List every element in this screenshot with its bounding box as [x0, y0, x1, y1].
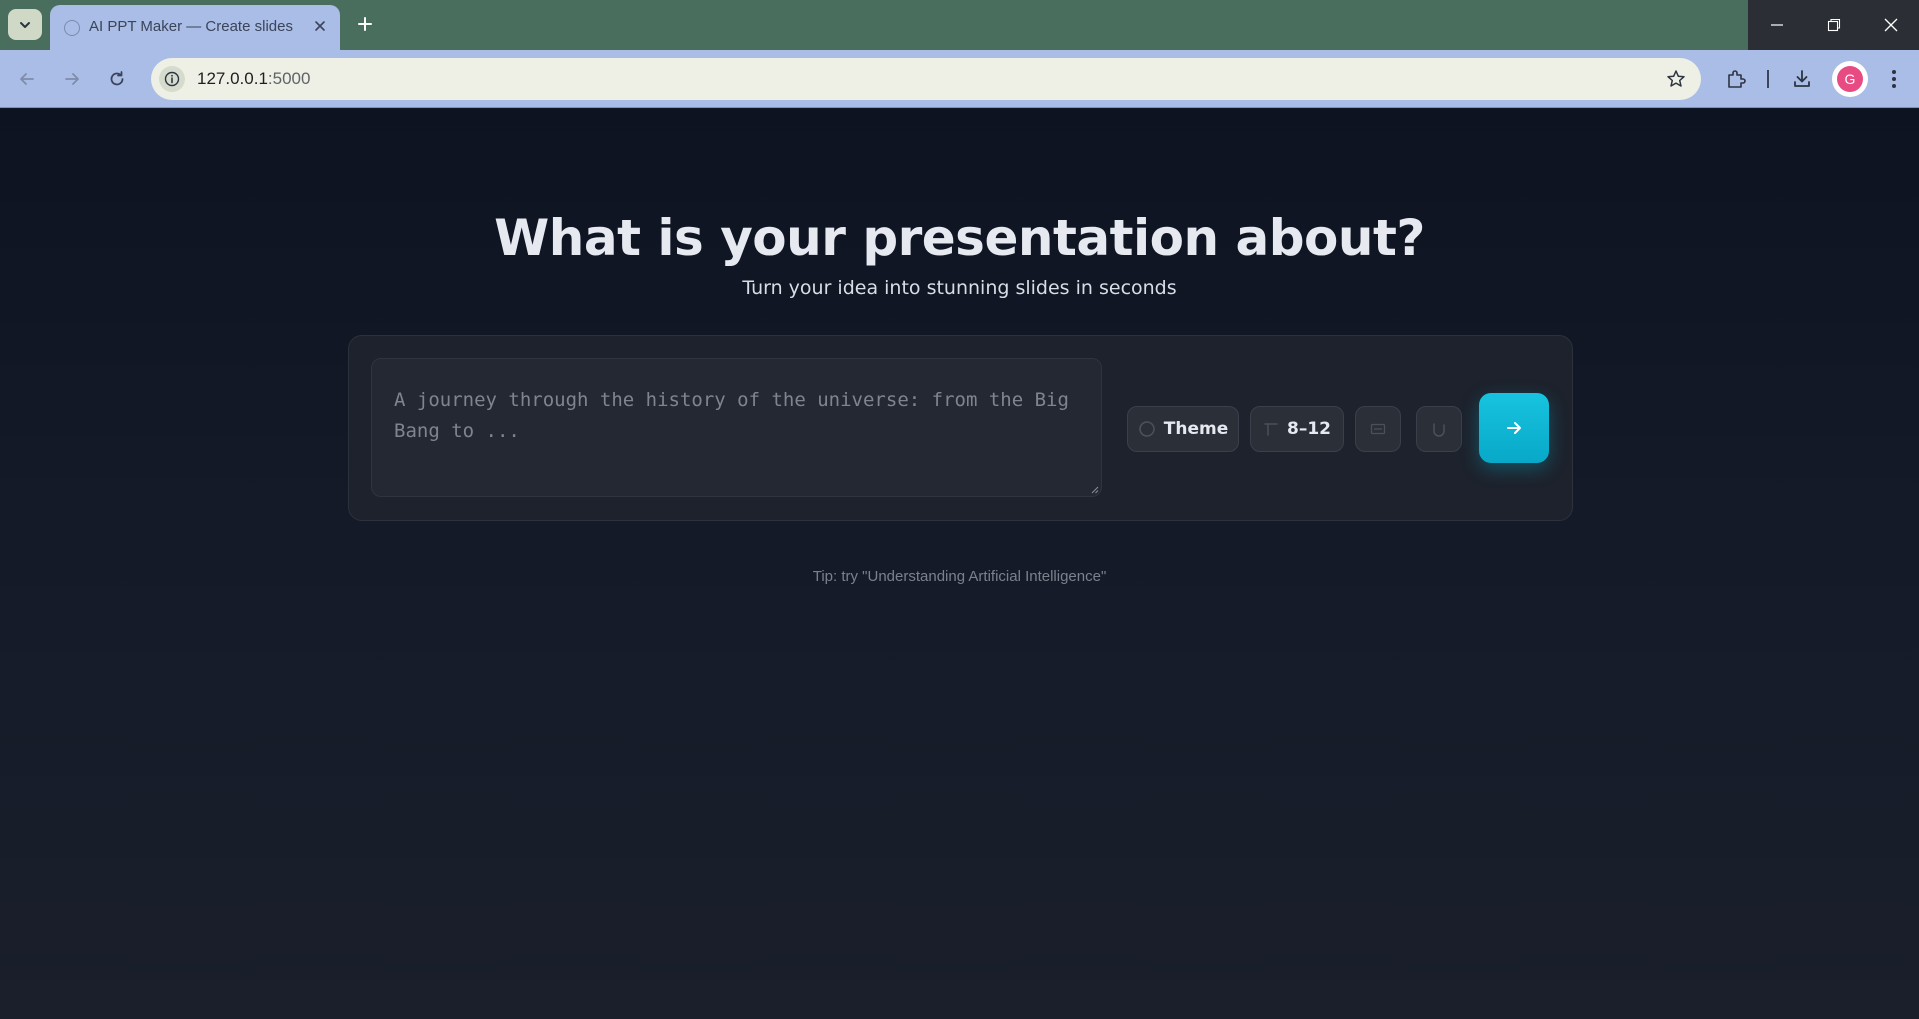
generate-button[interactable]	[1479, 393, 1549, 463]
image-icon	[1433, 423, 1445, 437]
slide-count-button[interactable]: 8–12	[1250, 406, 1344, 452]
browser-toolbar: 127.0.0.1:5000 G	[0, 50, 1919, 108]
arrow-left-icon	[20, 73, 34, 85]
browser-menu-button[interactable]	[1879, 64, 1909, 94]
chevron-down-icon	[20, 21, 30, 28]
palette-icon	[1139, 421, 1155, 437]
url-host: 127.0.0.1	[197, 69, 268, 88]
slide-count-label: 8–12	[1287, 419, 1331, 439]
forward-button[interactable]	[55, 62, 89, 96]
new-tab-button[interactable]	[352, 11, 378, 37]
downloads-button[interactable]	[1787, 64, 1817, 94]
arrow-right-icon	[1507, 422, 1521, 434]
arrow-right-icon	[65, 73, 79, 85]
kebab-icon	[1892, 70, 1896, 88]
theme-button[interactable]: Theme	[1127, 406, 1239, 452]
window-minimize-button[interactable]	[1748, 0, 1805, 50]
window-close-button[interactable]	[1862, 0, 1919, 50]
address-bar[interactable]: 127.0.0.1:5000	[151, 58, 1701, 100]
close-icon	[1884, 18, 1897, 32]
topic-prompt-input[interactable]	[371, 358, 1102, 497]
page-title: What is your presentation about?	[494, 209, 1425, 267]
star-icon	[1667, 70, 1685, 87]
minimize-icon	[1770, 24, 1783, 26]
close-icon	[315, 21, 325, 31]
page-content: What is your presentation about? Turn yo…	[0, 109, 1919, 1019]
browser-tab-strip: AI PPT Maker — Create slides	[0, 0, 1919, 50]
window-restore-button[interactable]	[1805, 0, 1862, 50]
plus-icon	[358, 17, 372, 31]
toolbar-divider	[1767, 70, 1769, 88]
prompt-panel: Theme 8–12	[348, 335, 1573, 521]
tab-list-button[interactable]	[8, 9, 42, 40]
extensions-button[interactable]	[1721, 64, 1751, 94]
slides-icon	[1264, 423, 1278, 436]
tab-close-button[interactable]	[309, 15, 331, 37]
download-icon	[1794, 70, 1810, 87]
tab-title: AI PPT Maker — Create slides	[89, 18, 293, 35]
reload-button[interactable]	[100, 62, 134, 96]
tip-text: Tip: try "Understanding Artificial Intel…	[812, 568, 1107, 585]
layout-icon	[1370, 423, 1386, 435]
url-port: :5000	[267, 69, 311, 88]
info-icon	[164, 71, 180, 87]
globe-icon	[64, 20, 80, 36]
browser-tab-active[interactable]: AI PPT Maker — Create slides	[50, 5, 340, 50]
profile-initial: G	[1837, 66, 1863, 92]
theme-label: Theme	[1163, 419, 1229, 439]
restore-icon	[1827, 18, 1840, 32]
puzzle-icon	[1728, 70, 1746, 88]
page-subtitle: Turn your idea into stunning slides in s…	[742, 277, 1177, 299]
site-info-button[interactable]	[159, 66, 185, 92]
reload-icon	[110, 71, 124, 86]
layout-button[interactable]	[1355, 406, 1401, 452]
back-button[interactable]	[10, 62, 44, 96]
url-text: 127.0.0.1:5000	[197, 69, 310, 89]
image-button[interactable]	[1416, 406, 1462, 452]
bookmark-button[interactable]	[1665, 68, 1687, 90]
profile-avatar[interactable]: G	[1832, 61, 1868, 97]
